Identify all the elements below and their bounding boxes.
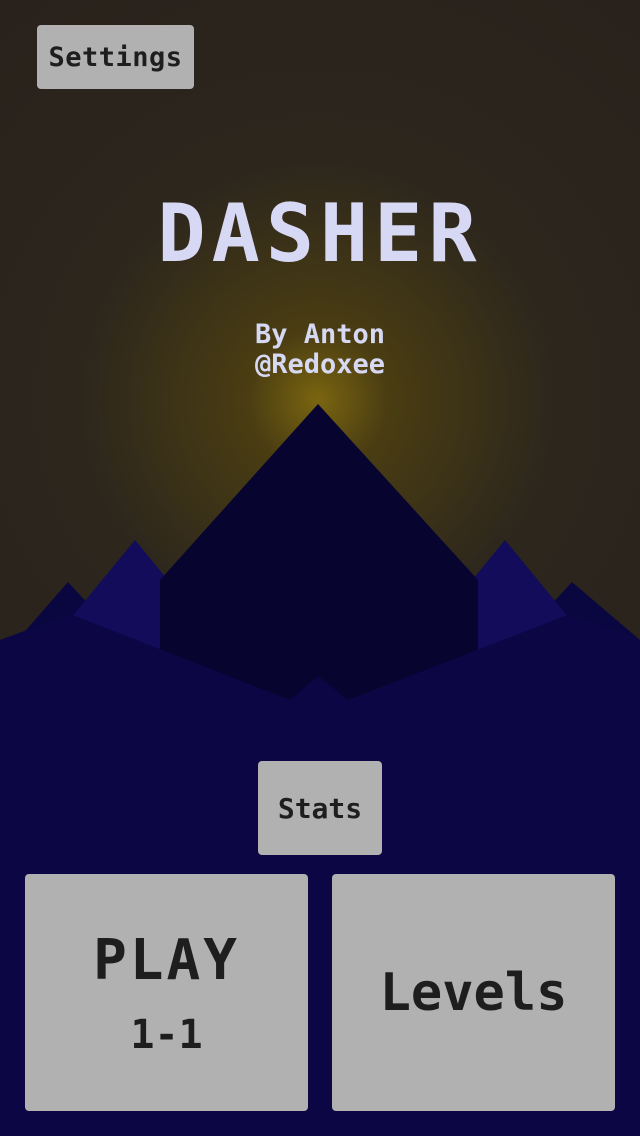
settings-button[interactable]: Settings: [37, 25, 194, 89]
credits: By Anton @Redoxee: [0, 320, 640, 380]
stats-button[interactable]: Stats: [258, 761, 382, 855]
levels-button[interactable]: Levels: [332, 874, 615, 1111]
credits-author: By Anton: [254, 319, 386, 350]
central-peak: [160, 404, 478, 700]
play-button[interactable]: PLAY 1-1: [25, 874, 308, 1111]
play-level-indicator: 1-1: [130, 1011, 203, 1058]
game-title: DASHER: [157, 187, 483, 280]
credits-handle: @Redoxee: [254, 349, 386, 380]
play-label: PLAY: [93, 927, 240, 993]
main-menu-screen: Settings DASHER By Anton @Redoxee Stats …: [0, 0, 640, 1136]
